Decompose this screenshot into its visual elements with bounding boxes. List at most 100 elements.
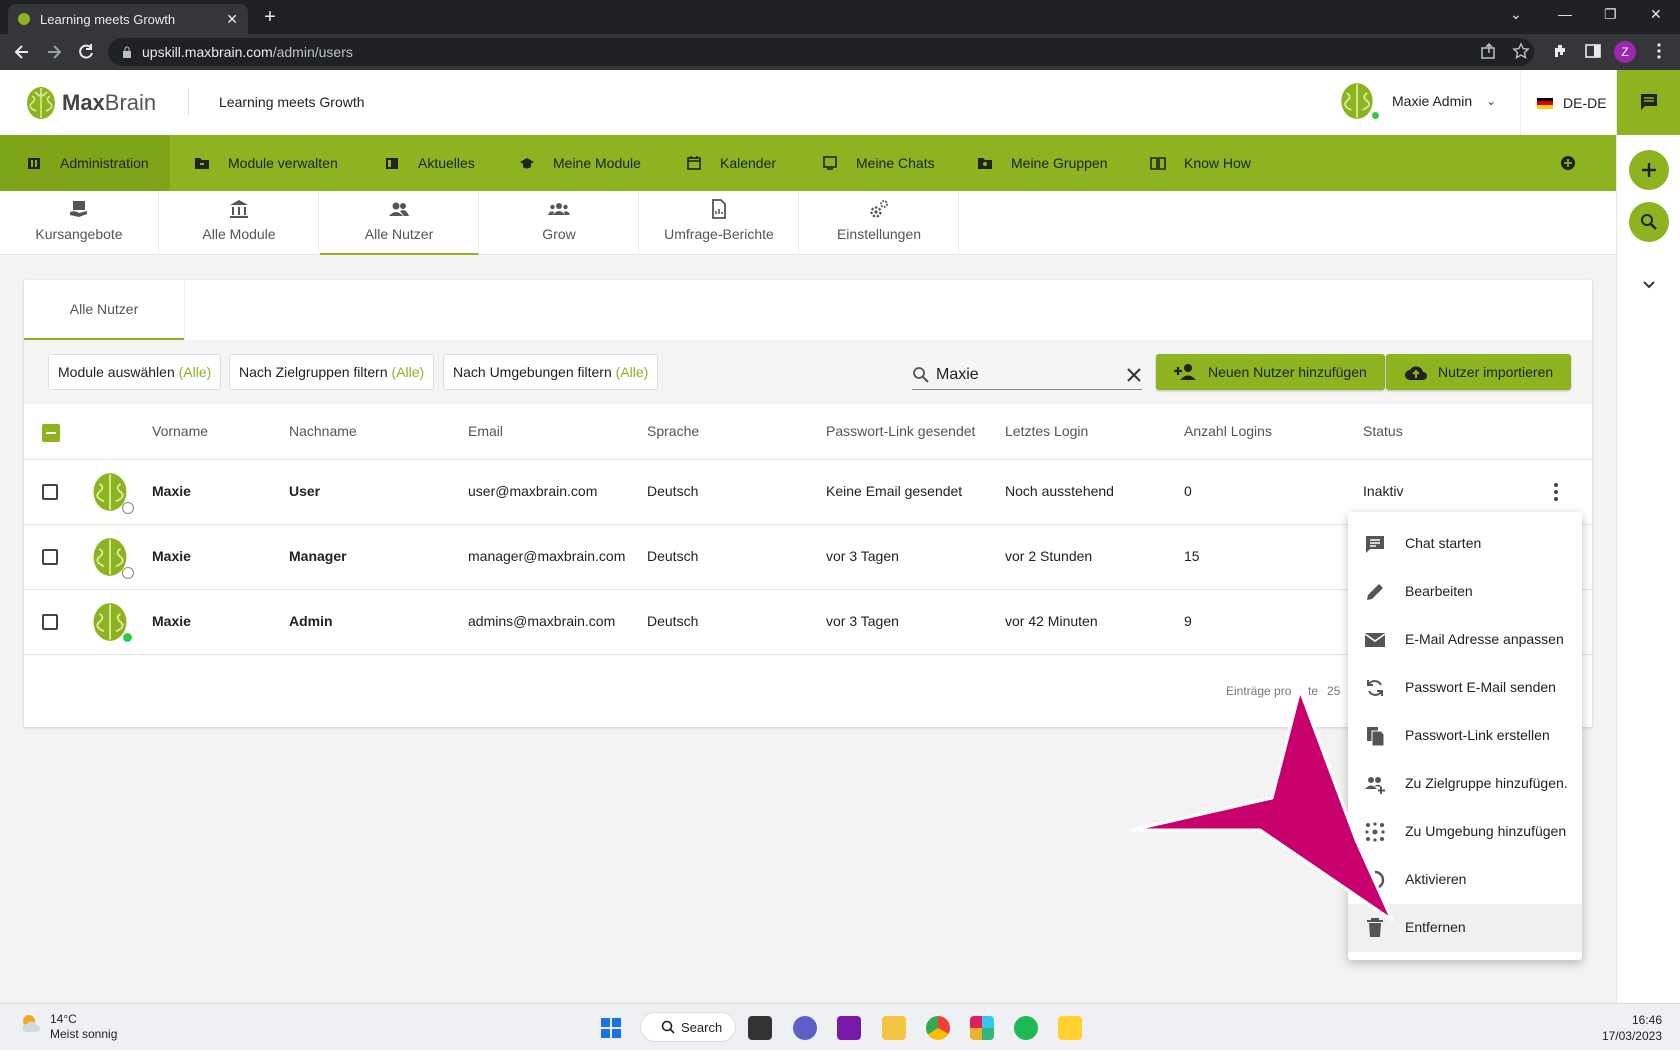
tab-einstellungen[interactable]: Einstellungen [800, 191, 959, 255]
tab-kursangebote[interactable]: Kursangebote [0, 191, 159, 255]
teams-chat-icon[interactable] [793, 1016, 817, 1040]
onenote-icon[interactable] [837, 1016, 861, 1040]
header-tagline: Learning meets Growth [219, 94, 365, 110]
menu-item-bearbeiten[interactable]: Bearbeiten [1348, 568, 1582, 616]
chrome-icon[interactable] [926, 1016, 950, 1040]
menu-item-email-anpassen[interactable]: E-Mail Adresse anpassen [1348, 616, 1582, 664]
taskbar-search[interactable]: Search [640, 1012, 736, 1042]
search-button[interactable] [1629, 202, 1669, 242]
nav-item-know-how[interactable]: Know How [1150, 135, 1251, 191]
search-input[interactable]: Maxie [936, 366, 1126, 384]
file-explorer-icon[interactable] [882, 1016, 906, 1040]
filter-label: Nach Umgebungen filtern [453, 364, 612, 380]
tab-search-icon[interactable]: ⌄ [1510, 6, 1522, 23]
filter-all-badge: (Alle) [615, 364, 649, 380]
add-circle-icon[interactable] [1560, 155, 1576, 171]
tab-grow[interactable]: Grow [480, 191, 639, 255]
nav-item-administration[interactable]: Administration [0, 135, 170, 191]
clear-search-icon[interactable] [1126, 367, 1142, 383]
filter-label: Nach Zielgruppen filtern [239, 364, 388, 380]
select-all-checkbox[interactable] [42, 424, 60, 442]
reload-icon[interactable] [76, 42, 96, 62]
target-group-filter-button[interactable]: Nach Zielgruppen filtern (Alle) [229, 354, 435, 390]
close-window-icon[interactable]: ✕ [1650, 6, 1662, 23]
column-header-passwort-link[interactable]: Passwort-Link gesendet [826, 423, 975, 439]
profile-avatar[interactable]: Z [1614, 41, 1636, 63]
maxbrain-logo[interactable]: MaxBrain [26, 86, 156, 120]
cell-nachname: Manager [289, 548, 347, 564]
import-users-button[interactable]: Nutzer importieren [1386, 354, 1572, 390]
page-size-select[interactable]: 25 [1327, 684, 1340, 698]
brain-logo-icon [27, 87, 55, 119]
nav-item-module-verwalten[interactable]: Module verwalten [194, 135, 338, 191]
spotify-icon[interactable] [1014, 1016, 1038, 1040]
card-tab-alle-nutzer[interactable]: Alle Nutzer [24, 280, 184, 340]
module-filter-button[interactable]: Module auswählen (Alle) [48, 354, 222, 390]
row-checkbox[interactable] [42, 614, 58, 630]
user-search-field[interactable]: Maxie [912, 360, 1142, 390]
taskbar-search-label: Search [681, 1019, 723, 1035]
column-header-sprache[interactable]: Sprache [647, 423, 699, 439]
cell-anzahl-logins: 15 [1184, 548, 1200, 564]
column-header-email[interactable]: Email [468, 423, 503, 439]
new-tab-button[interactable]: + [258, 6, 282, 30]
menu-item-umgebung-hinzufuegen[interactable]: Zu Umgebung hinzufügen [1348, 808, 1582, 856]
more-actions-icon[interactable] [1554, 482, 1558, 502]
chat-panel-button[interactable] [1617, 70, 1680, 135]
row-checkbox[interactable] [42, 549, 58, 565]
menu-item-passwort-email-senden[interactable]: Passwort E-Mail senden [1348, 664, 1582, 712]
restore-icon[interactable]: ❐ [1604, 6, 1617, 23]
column-header-anzahl-logins[interactable]: Anzahl Logins [1184, 423, 1272, 439]
minimize-icon[interactable]: — [1558, 6, 1572, 22]
nav-item-aktuelles[interactable]: Aktuelles [384, 135, 475, 191]
user-menu[interactable]: Maxie Admin ⌄ [1340, 82, 1496, 120]
url-host: upskill.maxbrain.com [142, 44, 273, 60]
nav-item-meine-chats[interactable]: Meine Chats [822, 135, 935, 191]
task-view-icon[interactable] [748, 1016, 772, 1040]
chevron-down-icon[interactable] [1641, 276, 1657, 292]
miro-icon[interactable] [1058, 1016, 1082, 1040]
forward-icon[interactable] [44, 42, 64, 62]
side-panel-icon[interactable] [1584, 42, 1602, 60]
nav-item-label: Module verwalten [228, 155, 338, 171]
institution-icon [230, 200, 248, 218]
menu-item-chat-starten[interactable]: Chat starten [1348, 520, 1582, 568]
url-input[interactable]: upskill.maxbrain.com/admin/users [108, 38, 1534, 66]
column-header-status[interactable]: Status [1363, 423, 1403, 439]
browser-menu-icon[interactable] [1650, 42, 1668, 60]
slack-icon[interactable] [970, 1016, 994, 1040]
windows-start-icon[interactable] [600, 1017, 622, 1039]
weather-widget[interactable]: 14°C Meist sonnig [20, 1012, 117, 1042]
column-header-vorname[interactable]: Vorname [152, 423, 208, 439]
tab-umfrage-berichte[interactable]: Umfrage-Berichte [640, 191, 799, 255]
folder-icon [195, 158, 209, 169]
nav-item-meine-gruppen[interactable]: Meine Gruppen [977, 135, 1108, 191]
calendar-icon [687, 156, 701, 170]
column-header-letztes-login[interactable]: Letztes Login [1005, 423, 1088, 439]
tab-close-icon[interactable]: ✕ [226, 11, 238, 28]
menu-item-aktivieren[interactable]: Aktivieren [1348, 856, 1582, 904]
online-status-dot [123, 633, 132, 642]
share-icon[interactable] [1480, 42, 1498, 60]
extensions-icon[interactable] [1552, 42, 1570, 60]
add-user-button[interactable]: Neuen Nutzer hinzufügen [1156, 354, 1385, 390]
environment-filter-button[interactable]: Nach Umgebungen filtern (Alle) [443, 354, 659, 390]
column-header-nachname[interactable]: Nachname [289, 423, 357, 439]
back-icon[interactable] [12, 42, 32, 62]
cell-email: manager@maxbrain.com [468, 548, 626, 564]
nav-item-kalender[interactable]: Kalender [686, 135, 776, 191]
favicon [18, 13, 30, 25]
browser-tab-title: Learning meets Growth [40, 11, 176, 27]
tab-alle-nutzer[interactable]: Alle Nutzer [320, 191, 479, 255]
add-button[interactable] [1629, 150, 1669, 190]
menu-item-entfernen[interactable]: Entfernen [1348, 904, 1582, 952]
bookmark-star-icon[interactable] [1512, 42, 1530, 60]
language-selector[interactable]: DE-DE [1537, 95, 1607, 111]
menu-item-zielgruppe-hinzufuegen[interactable]: Zu Zielgruppe hinzufügen. [1348, 760, 1582, 808]
browser-tab[interactable]: Learning meets Growth ✕ [8, 4, 248, 34]
menu-item-passwort-link-erstellen[interactable]: Passwort-Link erstellen [1348, 712, 1582, 760]
row-checkbox[interactable] [42, 484, 58, 500]
system-clock[interactable]: 16:46 17/03/2023 [1602, 1012, 1662, 1044]
nav-item-meine-module[interactable]: Meine Module [519, 135, 641, 191]
tab-alle-module[interactable]: Alle Module [160, 191, 319, 255]
